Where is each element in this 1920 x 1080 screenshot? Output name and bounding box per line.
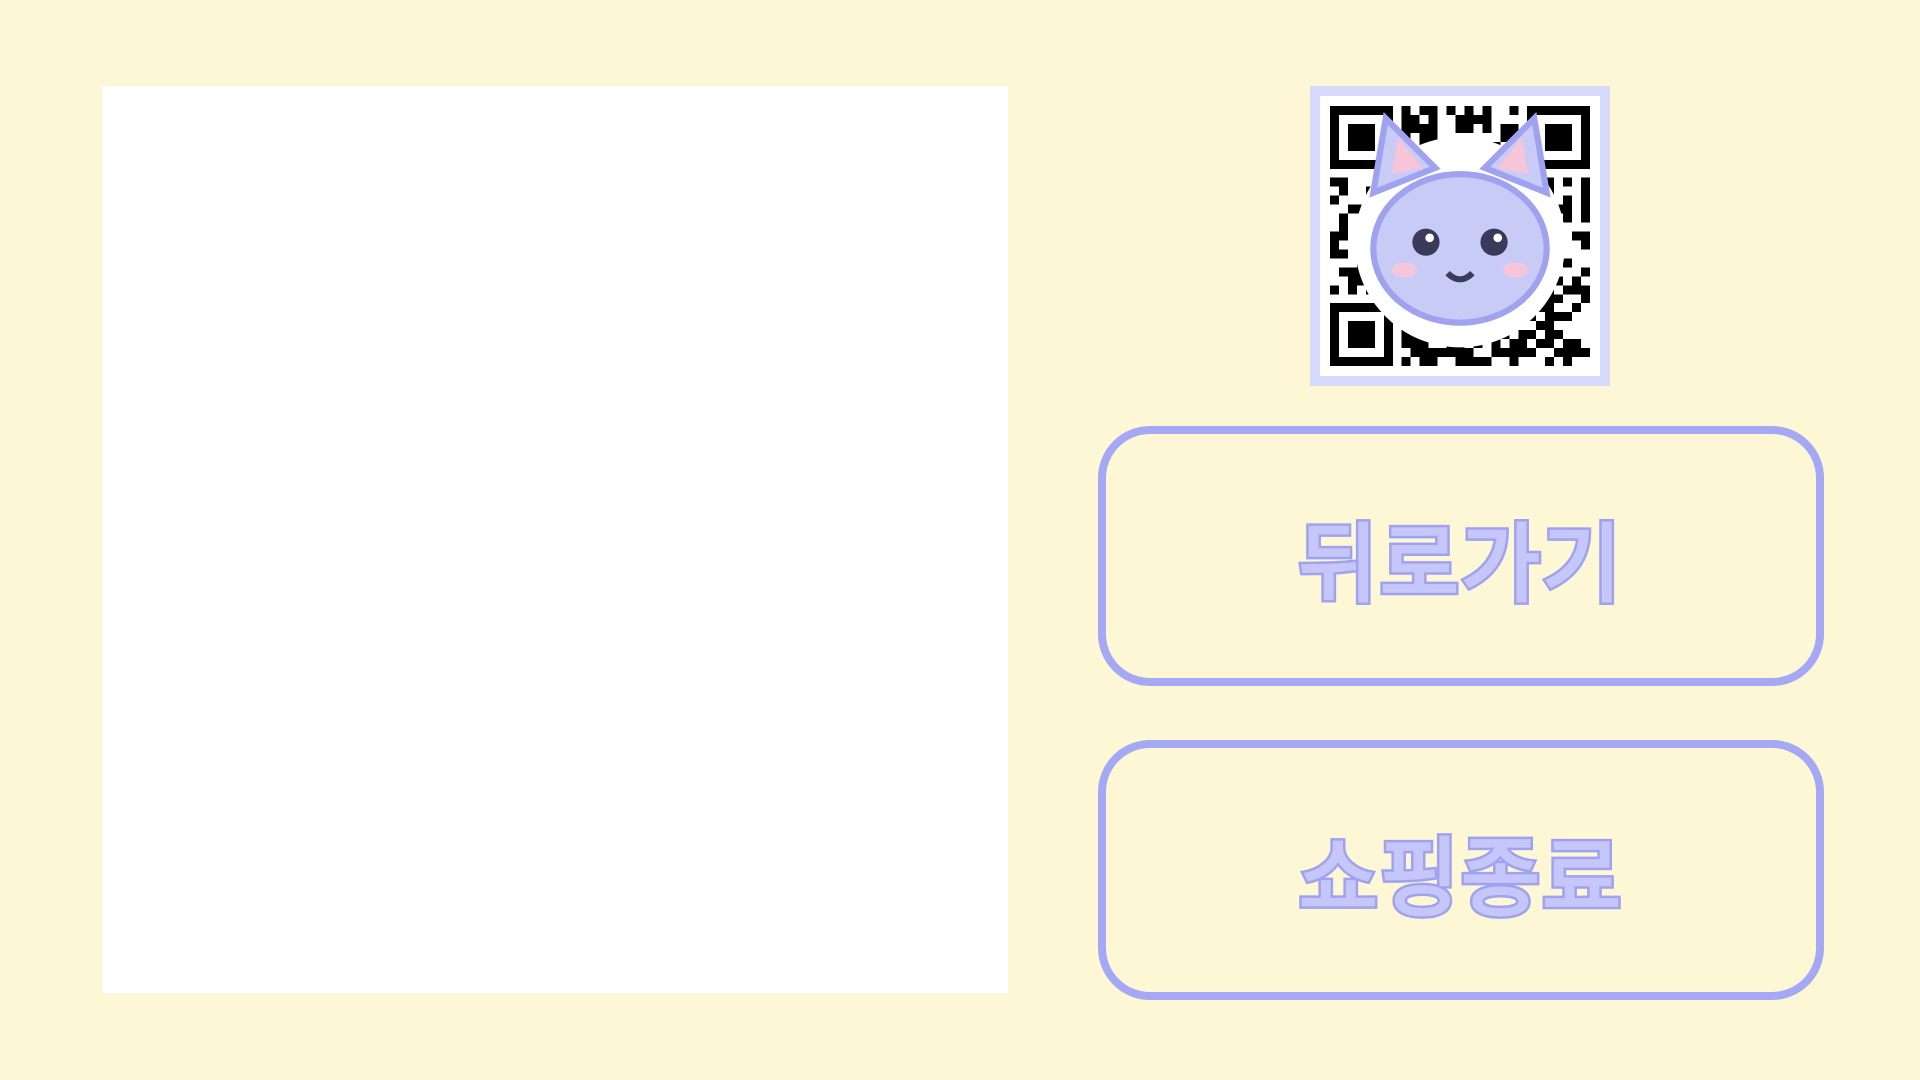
back-button-label: 뒤로가기 [1296,512,1624,617]
end-shopping-button-label: 쇼핑종료 [1296,826,1624,931]
end-shopping-button[interactable]: 쇼핑종료 [1098,740,1824,1000]
camera-preview-panel [102,86,1008,993]
cat-face-icon [1354,111,1566,348]
qr-code [1320,96,1600,376]
back-button[interactable]: 뒤로가기 [1098,426,1824,686]
qr-code-frame [1310,86,1610,386]
